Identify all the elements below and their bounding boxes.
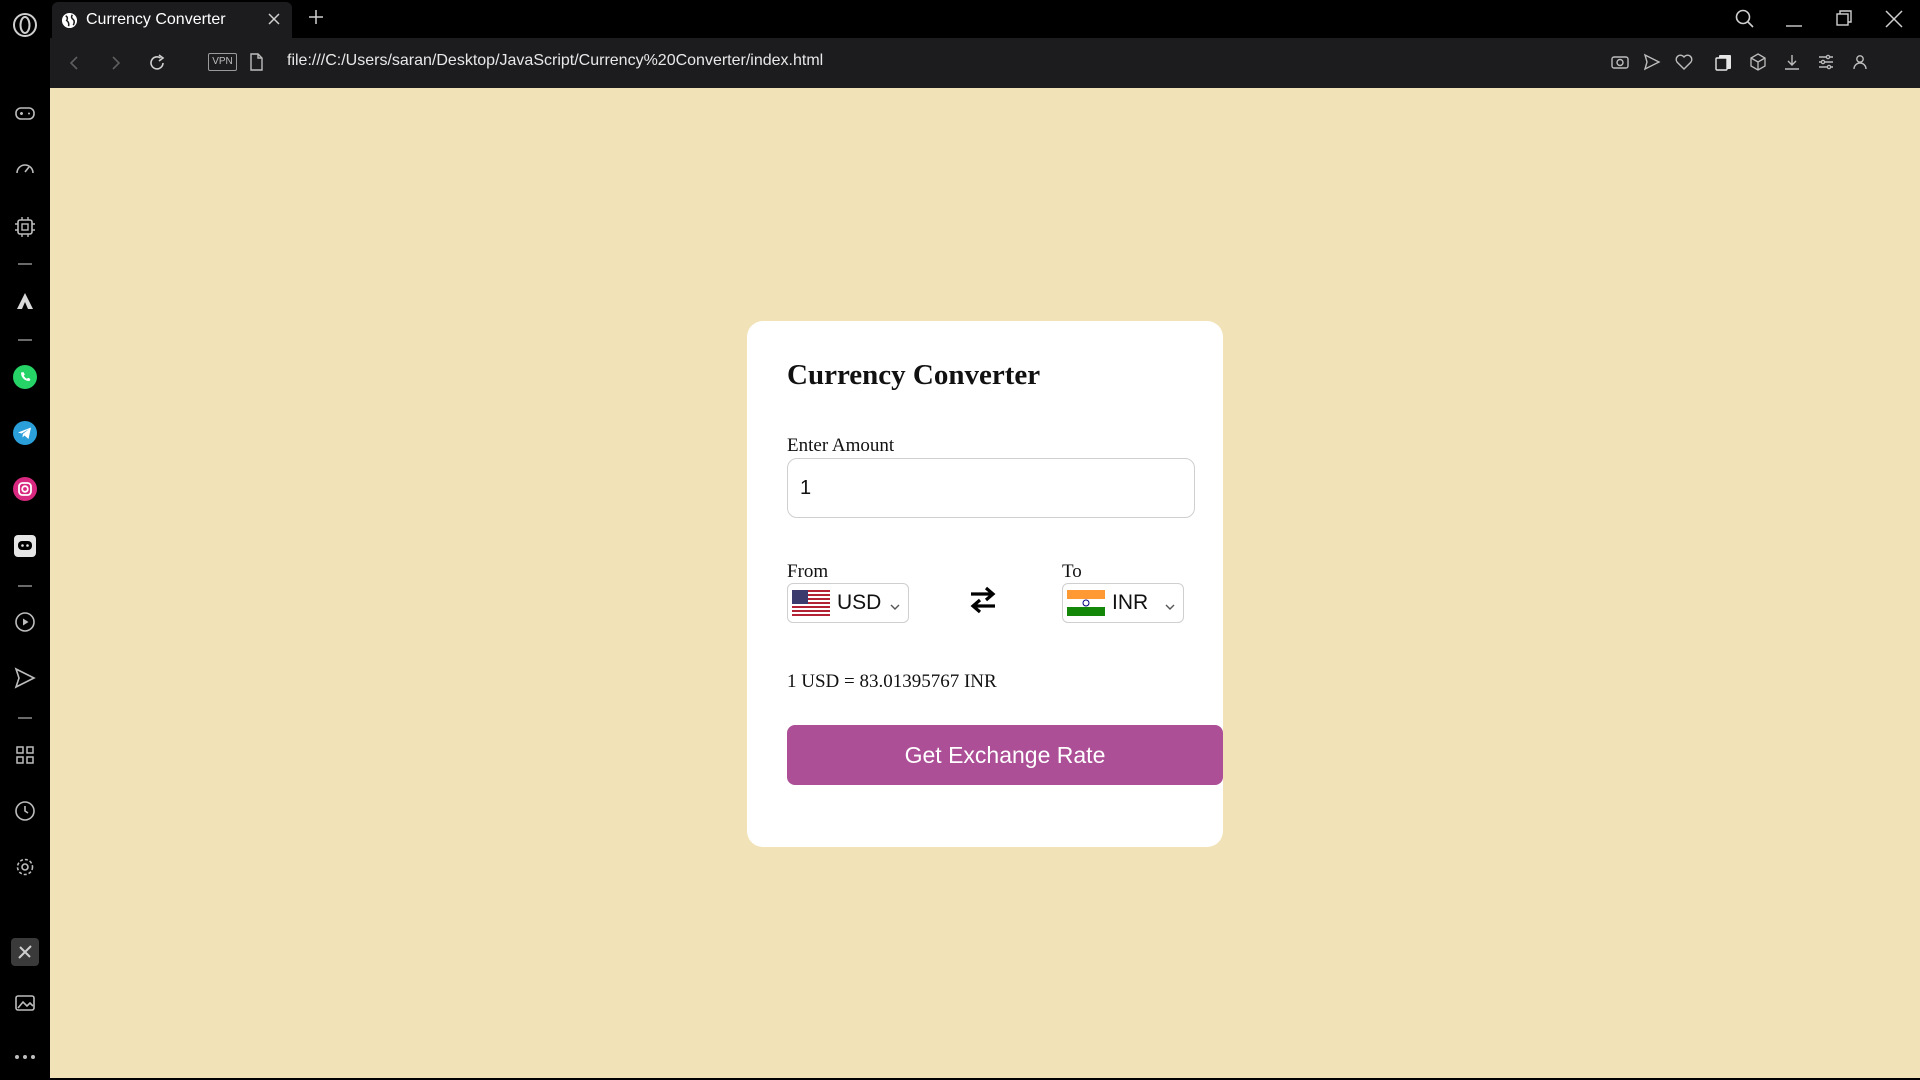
send-icon[interactable] [10,663,40,693]
tab-bar: Currency Converter [50,0,1920,38]
flow-send-icon[interactable] [1642,52,1662,77]
pinboard-icon[interactable] [10,937,40,967]
whatsapp-icon[interactable] [10,362,40,392]
swap-arrows-icon[interactable] [968,583,998,622]
page-viewport: Currency Converter Enter Amount From USD [50,88,1920,1078]
sidebar-divider [18,263,32,265]
profile-icon[interactable] [1850,52,1870,77]
india-flag-icon [1067,590,1105,616]
sidebar-divider [18,339,32,341]
tab-currency-converter[interactable]: Currency Converter [52,2,292,38]
close-window-icon[interactable] [1884,8,1904,35]
tabs-icon[interactable] [1714,52,1734,77]
tab-title: Currency Converter [86,11,226,28]
address-bar: VPN file:///C:/Users/saran/Desktop/JavaS… [50,38,1920,88]
gamepad-icon[interactable] [10,98,40,128]
converter-card: Currency Converter Enter Amount From USD [747,321,1223,847]
snapshot-camera-icon[interactable] [1610,52,1630,77]
to-label: To [1062,561,1082,582]
from-label: From [787,561,829,582]
globe-icon [61,12,78,29]
gallery-icon[interactable] [10,988,40,1018]
amount-input[interactable] [787,458,1195,518]
restore-window-icon[interactable] [1834,8,1854,35]
browser-sidebar [0,0,50,1080]
page-title: Currency Converter [787,359,1041,391]
download-icon[interactable] [1782,52,1802,77]
apps-grid-icon[interactable] [10,740,40,770]
to-currency-code: INR [1112,591,1149,614]
aria-ai-icon[interactable] [10,286,40,316]
chevron-down-icon [890,598,900,616]
from-currency-code: USD [837,591,882,614]
chevron-down-icon [1165,598,1175,616]
player-icon[interactable] [10,607,40,637]
cpu-icon[interactable] [10,212,40,242]
back-icon[interactable] [64,52,86,79]
from-currency-select[interactable]: USD [787,583,909,623]
settings-gear-icon[interactable] [10,852,40,882]
telegram-icon[interactable] [10,418,40,448]
reload-icon[interactable] [146,52,168,79]
vpn-badge[interactable]: VPN [208,53,237,71]
cube-icon[interactable] [1748,52,1768,77]
search-tabs-icon[interactable] [1734,8,1756,35]
heart-icon[interactable] [1674,52,1694,77]
amount-label: Enter Amount [787,435,895,456]
us-flag-icon [792,590,830,616]
more-dots-icon[interactable] [10,1042,40,1072]
url-text[interactable]: file:///C:/Users/saran/Desktop/JavaScrip… [287,52,823,70]
to-currency-select[interactable]: INR [1062,583,1184,623]
sidebar-divider [18,717,32,719]
new-tab-plus-icon[interactable] [306,7,326,32]
close-tab-icon[interactable] [266,11,282,32]
forward-icon[interactable] [104,52,126,79]
exchange-rate-text: 1 USD = 83.01395767 INR [787,671,997,692]
discord-icon[interactable] [10,531,40,561]
history-clock-icon[interactable] [10,796,40,826]
speed-dial-icon[interactable] [10,154,40,184]
minimize-window-icon[interactable] [1784,8,1804,35]
get-exchange-rate-button[interactable]: Get Exchange Rate [787,725,1223,785]
opera-logo-icon[interactable] [10,10,40,40]
sidebar-divider [18,585,32,587]
page-file-icon[interactable] [248,53,264,76]
easy-setup-icon[interactable] [1816,52,1836,77]
instagram-icon[interactable] [10,474,40,504]
